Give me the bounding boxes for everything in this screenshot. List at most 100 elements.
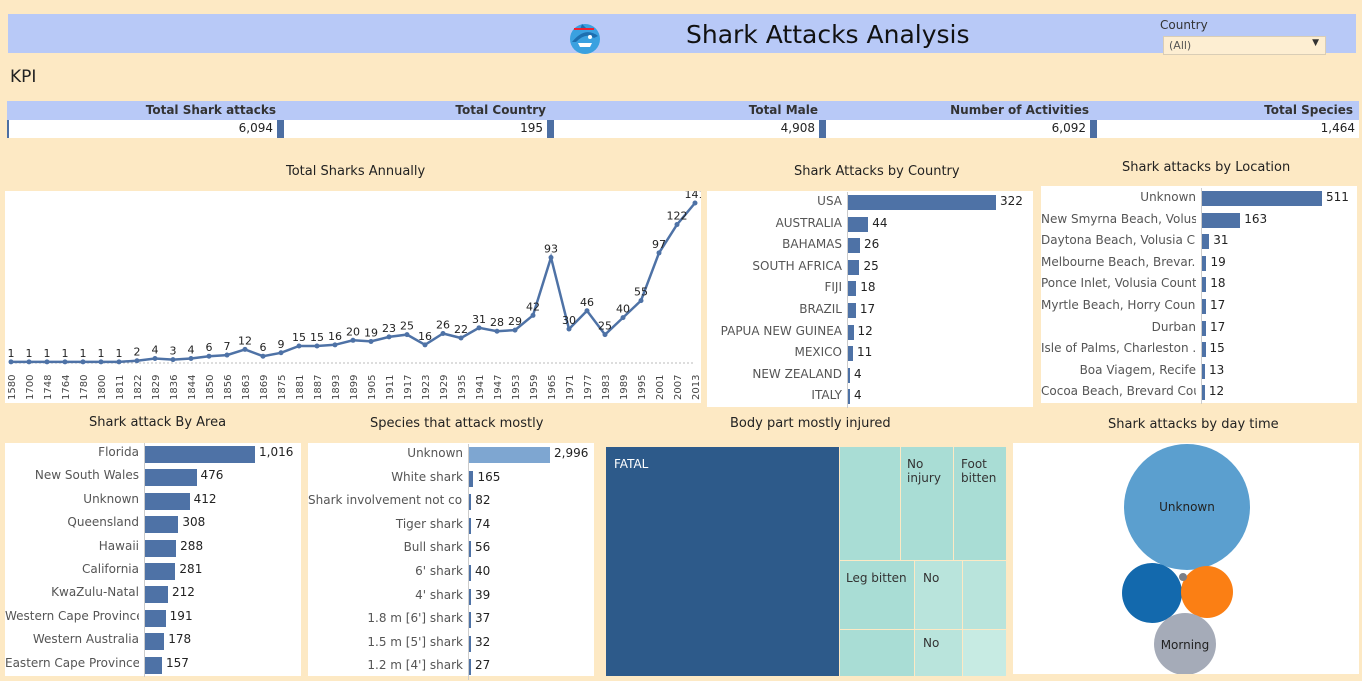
data-point[interactable]	[80, 359, 86, 365]
bar[interactable]	[848, 303, 856, 318]
data-point[interactable]	[368, 338, 374, 344]
data-point[interactable]	[674, 222, 680, 228]
data-point[interactable]	[440, 330, 446, 336]
bar[interactable]	[469, 447, 550, 463]
data-point[interactable]	[404, 332, 410, 338]
treemap-cell[interactable]	[840, 447, 900, 560]
data-point[interactable]	[8, 359, 14, 365]
data-point[interactable]	[206, 353, 212, 359]
data-point[interactable]	[332, 342, 338, 348]
bar[interactable]	[1202, 320, 1206, 336]
bar-value-label: 31	[1213, 233, 1229, 248]
bar[interactable]	[469, 612, 471, 629]
bubble[interactable]	[1179, 573, 1187, 581]
bar[interactable]	[848, 281, 857, 297]
bar[interactable]	[1202, 277, 1207, 293]
data-point[interactable]	[584, 308, 590, 314]
bar[interactable]	[145, 539, 177, 557]
bar[interactable]	[469, 659, 471, 676]
bar[interactable]	[145, 492, 190, 510]
data-point[interactable]	[656, 250, 662, 256]
bar[interactable]	[848, 259, 860, 275]
kpi-title: KPI	[10, 67, 37, 87]
data-point[interactable]	[692, 200, 698, 206]
data-point[interactable]	[134, 358, 140, 364]
treemap-cell-no[interactable]: No	[915, 630, 962, 676]
treemap-cell[interactable]	[963, 561, 1006, 629]
bar[interactable]	[145, 516, 179, 534]
data-point[interactable]	[458, 335, 464, 341]
data-point[interactable]	[512, 327, 518, 333]
data-point[interactable]	[44, 359, 50, 365]
data-point[interactable]	[278, 350, 284, 356]
bar[interactable]	[1202, 363, 1206, 379]
data-point[interactable]	[386, 334, 392, 340]
data-point[interactable]	[152, 355, 158, 361]
treemap-cell-leg-bitten[interactable]: Leg bitten	[840, 561, 914, 629]
bar[interactable]	[145, 446, 255, 463]
treemap-cell[interactable]	[963, 630, 1006, 676]
bar[interactable]	[145, 609, 166, 627]
treemap-cell[interactable]	[840, 630, 914, 676]
bubble[interactable]	[1181, 566, 1233, 618]
data-point[interactable]	[494, 328, 500, 334]
bar[interactable]	[469, 517, 471, 534]
bar[interactable]	[469, 635, 471, 652]
bar-value-label: 476	[200, 468, 224, 483]
bar[interactable]	[145, 586, 168, 604]
bar[interactable]	[848, 195, 996, 210]
data-point[interactable]	[224, 352, 230, 358]
data-point[interactable]	[350, 337, 356, 343]
bar[interactable]	[848, 324, 854, 340]
bar[interactable]	[1202, 385, 1205, 401]
bar[interactable]	[469, 541, 471, 558]
bar[interactable]	[1202, 299, 1206, 314]
x-tick-label: 1947	[493, 375, 504, 400]
bar[interactable]	[145, 469, 197, 487]
bar[interactable]	[1202, 212, 1241, 228]
data-point[interactable]	[260, 353, 266, 359]
data-point[interactable]	[422, 342, 428, 348]
treemap-cell-foot-bitten[interactable]: Foot bitten	[954, 447, 1006, 560]
data-point[interactable]	[242, 346, 248, 352]
bar[interactable]	[848, 389, 850, 405]
bar[interactable]	[469, 494, 472, 511]
bubble[interactable]	[1122, 563, 1182, 623]
data-point[interactable]	[476, 325, 482, 331]
bar[interactable]	[145, 656, 162, 674]
data-point[interactable]	[296, 343, 302, 349]
bar[interactable]	[848, 367, 850, 383]
bar[interactable]	[1202, 255, 1207, 271]
data-point[interactable]	[566, 326, 572, 332]
data-point[interactable]	[620, 315, 626, 321]
bar[interactable]	[1202, 342, 1206, 358]
country-filter-dropdown[interactable]: (All) ▼	[1163, 36, 1326, 55]
treemap-cell-no[interactable]: No	[915, 561, 962, 629]
bar[interactable]	[469, 565, 471, 581]
bar[interactable]	[848, 216, 869, 232]
bar[interactable]	[145, 633, 165, 651]
treemap-cell-fatal[interactable]: FATAL	[606, 447, 839, 676]
bar[interactable]	[848, 346, 854, 362]
bar[interactable]	[848, 238, 860, 254]
data-point[interactable]	[188, 355, 194, 361]
data-point[interactable]	[548, 254, 554, 260]
data-point[interactable]	[170, 357, 176, 363]
data-point[interactable]	[26, 359, 32, 365]
data-label: 20	[346, 325, 360, 338]
bar[interactable]	[1202, 191, 1322, 206]
data-point[interactable]	[116, 359, 122, 365]
data-label: 1	[62, 347, 69, 360]
data-point[interactable]	[638, 298, 644, 304]
treemap-cell-no-injury[interactable]: No injury	[901, 447, 953, 560]
bar[interactable]	[469, 470, 474, 487]
bar[interactable]	[145, 563, 176, 580]
data-point[interactable]	[98, 359, 104, 365]
data-point[interactable]	[602, 332, 608, 338]
data-point[interactable]	[62, 359, 68, 365]
data-point[interactable]	[530, 312, 536, 318]
location-chart-title: Shark attacks by Location	[1122, 160, 1291, 175]
bar[interactable]	[469, 588, 471, 605]
data-point[interactable]	[314, 343, 320, 349]
bar[interactable]	[1202, 234, 1210, 250]
